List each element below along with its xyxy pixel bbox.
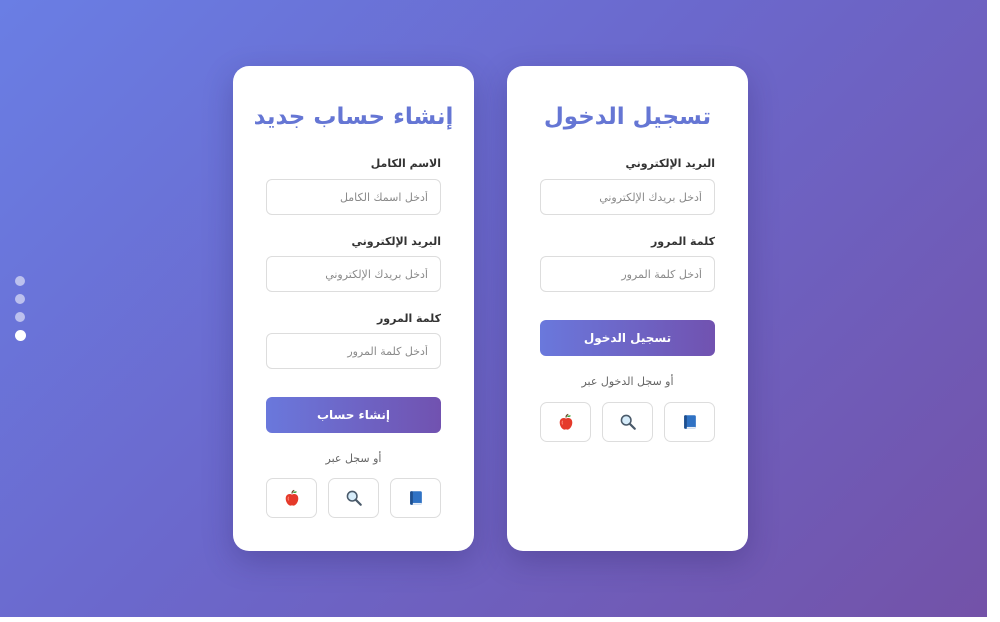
login-social-row [540,402,715,442]
login-title: تسجيل الدخول [543,104,712,130]
register-email-input[interactable] [266,256,441,292]
apple-icon [559,413,572,430]
register-or-text: أو سجل عبر [325,452,382,465]
magnifier-icon [346,490,362,506]
login-password-input[interactable] [540,256,715,292]
book-icon [409,491,422,505]
login-email-input[interactable] [540,179,715,215]
search-login-button[interactable] [602,402,653,442]
register-password-input[interactable] [266,333,441,369]
apple-icon [285,489,298,506]
search-register-button[interactable] [328,478,379,518]
pagination-dot[interactable] [15,276,25,286]
login-submit-button[interactable]: تسجيل الدخول [540,320,715,356]
magnifier-icon [620,414,636,430]
register-email-label: البريد الإلكتروني [351,235,441,248]
login-password-label: كلمة المرور [650,235,715,248]
login-email-label: البريد الإلكتروني [625,157,715,170]
slide-pagination [15,276,26,341]
apple-register-button[interactable] [266,478,317,518]
register-social-row [266,478,441,518]
pagination-dot-active[interactable] [15,330,26,341]
register-name-label: الاسم الكامل [370,157,441,170]
book-register-button[interactable] [390,478,441,518]
pagination-dot[interactable] [15,312,25,322]
book-login-button[interactable] [664,402,715,442]
pagination-dot[interactable] [15,294,25,304]
login-or-text: أو سجل الدخول عبر [581,375,674,388]
apple-login-button[interactable] [540,402,591,442]
register-title: إنشاء حساب جديد [253,104,454,130]
register-password-label: كلمة المرور [376,312,441,325]
book-icon [683,415,696,429]
register-card: إنشاء حساب جديد الاسم الكامل البريد الإل… [233,66,474,551]
register-submit-button[interactable]: إنشاء حساب [266,397,441,433]
background [0,0,987,617]
login-card: تسجيل الدخول البريد الإلكتروني كلمة المر… [507,66,748,551]
register-name-input[interactable] [266,179,441,215]
